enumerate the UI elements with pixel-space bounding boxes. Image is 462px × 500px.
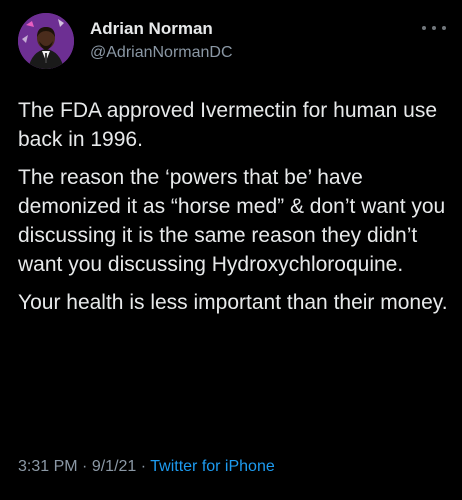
meta-separator: · xyxy=(140,458,147,475)
tweet-date[interactable]: 9/1/21 xyxy=(92,458,136,475)
tweet-paragraph: Your health is less important than their… xyxy=(18,291,448,314)
more-dot xyxy=(442,26,446,30)
tweet-text: The FDA approved Ivermectin for human us… xyxy=(18,96,448,326)
avatar[interactable] xyxy=(18,13,74,69)
author-display-name[interactable]: Adrian Norman xyxy=(90,18,233,40)
meta-separator: · xyxy=(82,458,88,475)
more-dot xyxy=(422,26,426,30)
author-handle[interactable]: @AdrianNormanDC xyxy=(90,42,233,64)
author-info: Adrian Norman @AdrianNormanDC xyxy=(90,18,233,64)
tweet-paragraph: The FDA approved Ivermectin for human us… xyxy=(18,99,438,151)
tweet-source-link[interactable]: Twitter for iPhone xyxy=(150,458,275,475)
avatar-image xyxy=(18,13,74,69)
tweet-meta: 3:31 PM · 9/1/21 · Twitter for iPhone xyxy=(18,458,275,476)
tweet-card: Adrian Norman @AdrianNormanDC The FDA ap… xyxy=(0,0,462,500)
tweet-time[interactable]: 3:31 PM xyxy=(18,458,78,475)
more-dot xyxy=(432,26,436,30)
tweet-paragraph: The reason the ‘powers that be’ have dem… xyxy=(18,166,446,276)
more-options-icon[interactable] xyxy=(422,20,446,36)
